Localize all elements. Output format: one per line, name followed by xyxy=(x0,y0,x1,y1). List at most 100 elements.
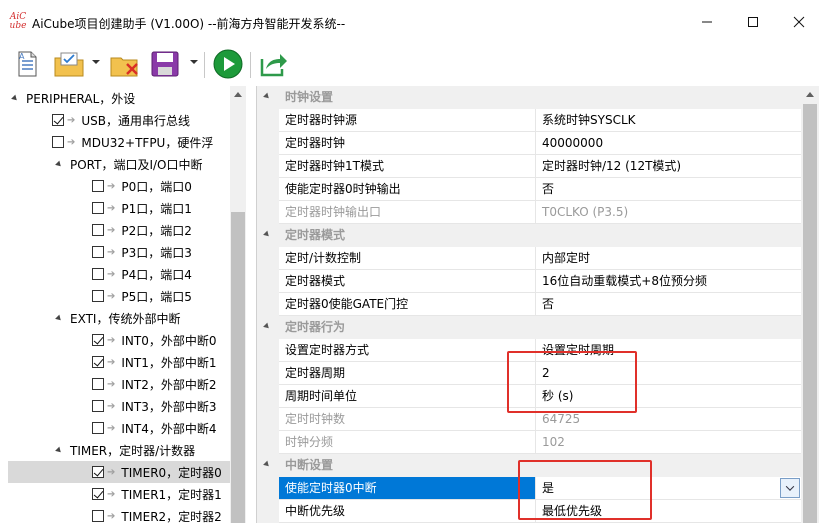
property-grid[interactable]: 时钟设置 定时器时钟源 系统时钟SYSCLK 定时器时钟 40000000 定时器时钟1T… xyxy=(256,86,823,523)
expand-arrow-icon[interactable] xyxy=(55,314,63,322)
tree-item[interactable]: ➔ P0口，端口0 xyxy=(92,175,192,197)
checkbox[interactable] xyxy=(92,488,104,500)
dropdown-button[interactable] xyxy=(780,478,800,498)
property-name[interactable]: 使能定时器0时钟输出 xyxy=(279,178,536,201)
tree-group[interactable]: PERIPHERAL，外设 xyxy=(11,87,135,109)
tree-item[interactable]: ➔ USB，通用串行总线 xyxy=(52,109,190,131)
property-scrollbar[interactable] xyxy=(801,86,819,523)
close-button[interactable] xyxy=(776,6,822,38)
checkbox[interactable] xyxy=(92,224,104,236)
property-name[interactable]: 定时器时钟 xyxy=(279,132,536,155)
save-dropdown-arrow[interactable] xyxy=(190,60,198,64)
run-button[interactable] xyxy=(210,48,246,80)
tree-group[interactable]: EXTI，传统外部中断 xyxy=(55,307,180,329)
tree-item[interactable]: ➔ P2口，端口2 xyxy=(92,219,192,241)
tree-item[interactable]: ➔ MDU32+TFPU，硬件浮 xyxy=(52,131,213,153)
property-row[interactable]: 使能定时器0时钟输出否 xyxy=(257,178,802,201)
property-value[interactable]: 40000000 xyxy=(536,132,802,155)
property-value[interactable]: 内部定时 xyxy=(536,247,802,270)
scroll-up-arrow-icon[interactable] xyxy=(234,92,242,97)
export-button[interactable] xyxy=(256,48,290,80)
property-category[interactable]: 定时器行为 xyxy=(257,316,802,339)
property-category[interactable]: 定时器模式 xyxy=(257,224,802,247)
tree-item[interactable]: ➔ TIMER2，定时器2 xyxy=(92,505,222,523)
expand-arrow-icon[interactable] xyxy=(55,160,63,168)
expand-arrow-icon[interactable] xyxy=(11,94,19,102)
property-name[interactable]: 定时器0使能GATE门控 xyxy=(279,293,536,316)
property-value[interactable]: 秒 (s) xyxy=(536,385,802,408)
property-value[interactable]: 是 xyxy=(536,477,802,500)
collapse-arrow-icon[interactable] xyxy=(263,322,271,331)
tree-item[interactable]: ➔ P3口，端口3 xyxy=(92,241,192,263)
tree-item[interactable]: ➔ INT3，外部中断3 xyxy=(92,395,217,417)
property-row[interactable]: 周期时间单位秒 (s) xyxy=(257,385,802,408)
checkbox[interactable] xyxy=(92,268,104,280)
property-value[interactable]: 设置定时周期 xyxy=(536,339,802,362)
checkbox[interactable] xyxy=(92,400,104,412)
property-row[interactable]: 使能定时器0中断是 xyxy=(257,477,802,500)
property-row[interactable]: 定时器时钟 40000000 xyxy=(257,132,802,155)
property-row[interactable]: 定时器时钟1T模式 定时器时钟/12 (12T模式) xyxy=(257,155,802,178)
collapse-arrow-icon[interactable] xyxy=(263,230,271,239)
property-name[interactable]: 设置定时器方式 xyxy=(279,339,536,362)
expand-arrow-icon[interactable] xyxy=(55,446,63,454)
checkbox[interactable] xyxy=(92,510,104,522)
property-category[interactable]: 时钟设置 xyxy=(257,86,802,109)
tree-item[interactable]: ➔ P1口，端口1 xyxy=(92,197,192,219)
property-name[interactable]: 定时器时钟1T模式 xyxy=(279,155,536,178)
property-row[interactable]: 定时时钟数 64725 xyxy=(257,408,802,431)
tree-item[interactable]: ➔ TIMER1，定时器1 xyxy=(92,483,222,505)
tree-scrollbar-thumb[interactable] xyxy=(231,212,245,523)
property-value[interactable]: 定时器时钟/12 (12T模式) xyxy=(536,155,802,178)
property-name[interactable]: 定时时钟数 xyxy=(279,408,536,431)
property-name[interactable]: 周期时间单位 xyxy=(279,385,536,408)
checkbox[interactable] xyxy=(92,334,104,346)
collapse-arrow-icon[interactable] xyxy=(263,92,271,101)
property-value[interactable]: 2 xyxy=(536,362,802,385)
checkbox[interactable] xyxy=(92,466,104,478)
property-row[interactable]: 定时器模式 16位自动重载模式+8位预分频 xyxy=(257,270,802,293)
property-name[interactable]: 中断优先级 xyxy=(279,500,536,523)
new-project-button[interactable]: A xyxy=(12,48,42,80)
save-button[interactable] xyxy=(148,48,182,80)
tree-group[interactable]: PORT，端口及I/O口中断 xyxy=(55,153,203,175)
scroll-up-arrow-icon[interactable] xyxy=(806,92,814,97)
peripheral-tree[interactable]: PERIPHERAL，外设 ➔ USB，通用串行总线 ➔ MDU32+TFPU，硬件浮 P… xyxy=(0,86,246,523)
checkbox[interactable] xyxy=(92,422,104,434)
checkbox[interactable] xyxy=(92,378,104,390)
close-project-button[interactable] xyxy=(108,48,142,80)
property-name[interactable]: 定时器时钟输出口 xyxy=(279,201,536,224)
property-scrollbar-thumb[interactable] xyxy=(803,104,817,523)
checkbox[interactable] xyxy=(52,114,64,126)
tree-scrollbar[interactable] xyxy=(230,86,246,523)
property-name[interactable]: 定时器时钟源 xyxy=(279,109,536,132)
checkbox[interactable] xyxy=(92,290,104,302)
tree-item[interactable]: ➔ INT0，外部中断0 xyxy=(92,329,217,351)
property-value[interactable]: 否 xyxy=(536,293,802,316)
property-category[interactable]: 中断设置 xyxy=(257,454,802,477)
checkbox[interactable] xyxy=(92,180,104,192)
open-dropdown-arrow[interactable] xyxy=(92,60,100,64)
property-value[interactable]: 否 xyxy=(536,178,802,201)
collapse-arrow-icon[interactable] xyxy=(263,460,271,469)
checkbox[interactable] xyxy=(92,202,104,214)
property-row[interactable]: 设置定时器方式 设置定时周期 xyxy=(257,339,802,362)
open-project-button[interactable] xyxy=(52,48,86,80)
tree-item[interactable]: ➔ INT1，外部中断1 xyxy=(92,351,217,373)
checkbox[interactable] xyxy=(52,136,64,148)
tree-item[interactable]: ➔ P5口，端口5 xyxy=(92,285,192,307)
tree-item[interactable]: ➔ INT4，外部中断4 xyxy=(92,417,217,439)
property-value[interactable]: 系统时钟SYSCLK xyxy=(536,109,802,132)
tree-group[interactable]: TIMER，定时器/计数器 xyxy=(55,439,195,461)
property-row[interactable]: 时钟分频 102 xyxy=(257,431,802,454)
tree-item[interactable]: ➔ TIMER0，定时器0 xyxy=(8,461,238,483)
property-name[interactable]: 使能定时器0中断 xyxy=(279,477,536,500)
checkbox[interactable] xyxy=(92,246,104,258)
tree-item[interactable]: ➔ P4口，端口4 xyxy=(92,263,192,285)
property-value[interactable]: 16位自动重载模式+8位预分频 xyxy=(536,270,802,293)
maximize-button[interactable] xyxy=(730,6,776,38)
property-name[interactable]: 时钟分频 xyxy=(279,431,536,454)
property-name[interactable]: 定时/计数控制 xyxy=(279,247,536,270)
property-name[interactable]: 定时器周期 xyxy=(279,362,536,385)
property-row[interactable]: 定时器时钟源 系统时钟SYSCLK xyxy=(257,109,802,132)
